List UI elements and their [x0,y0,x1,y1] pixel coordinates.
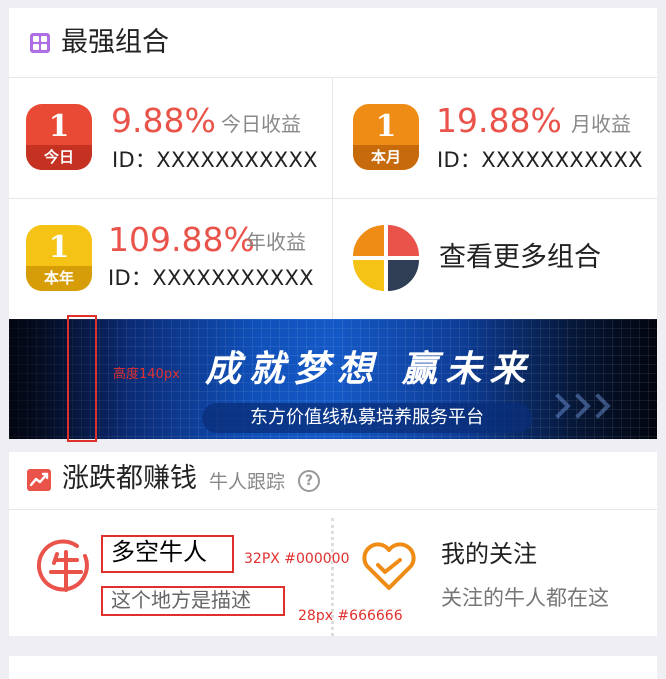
portfolio-percent: 9.88% [111,101,216,140]
section-header: 最强组合 [9,8,657,78]
annotation-box-desc [101,586,285,616]
pie-grid-icon [353,225,419,291]
badge-number: 1 [48,109,70,144]
more-portfolios-label: 查看更多组合 [439,242,601,273]
portfolio-id: ID：XXXXXXXXXXX [108,266,314,290]
strongest-portfolios-card: 最强组合 1 今日 9.88% 今日收益 ID：XXXXXXXXXXX 1 本月… [9,8,657,319]
annotation-title-spec: 32PX #000000 [244,551,350,567]
help-icon[interactable]: ? [298,470,320,492]
section-subtitle: 牛人跟踪 [209,471,286,493]
portfolio-label: 今日收益 [221,112,301,136]
heart-icon [362,542,416,590]
badge-number: 1 [48,230,70,265]
divider-horizontal [9,198,657,199]
niu-character-icon [37,539,89,592]
item-title: 我的关注 [441,540,537,568]
portfolio-percent: 109.88% [108,220,255,259]
portfolio-label: 月收益 [571,112,631,136]
portfolio-percent: 19.88% [436,101,562,140]
rank-badge-today: 1 今日 [26,104,92,170]
portfolio-id: ID：XXXXXXXXXXX [437,148,643,172]
portfolio-id: ID：XXXXXXXXXXX [112,148,318,172]
portfolio-label: 年收益 [246,230,306,254]
grid-icon [30,33,50,53]
badge-label: 今日 [26,145,92,170]
rank-badge-month: 1 本月 [353,104,419,170]
rank-badge-year: 1 本年 [26,225,92,291]
banner-slogan: 成就梦想 赢未来 [205,348,534,390]
badge-label: 本月 [353,145,419,170]
banner-subtitle: 东方价值线私募培养服务平台 [250,407,484,428]
section-title: 最强组合 [61,27,169,58]
annotation-box-title [101,535,234,573]
badge-number: 1 [375,109,397,144]
badge-label: 本年 [26,266,92,291]
annotation-banner-height: 高度140px [113,367,180,382]
annotation-box-banner [67,315,97,442]
section-header: 涨跌都赚钱 牛人跟踪 ? [9,452,657,510]
item-description: 关注的牛人都在这 [441,586,609,610]
next-section-card [9,656,657,679]
trend-chart-icon [27,469,51,491]
section-title: 涨跌都赚钱 [62,463,197,494]
promo-banner[interactable]: 成就梦想 赢未来 东方价值线私募培养服务平台 [9,319,657,439]
annotation-desc-spec: 28px #666666 [298,608,403,624]
